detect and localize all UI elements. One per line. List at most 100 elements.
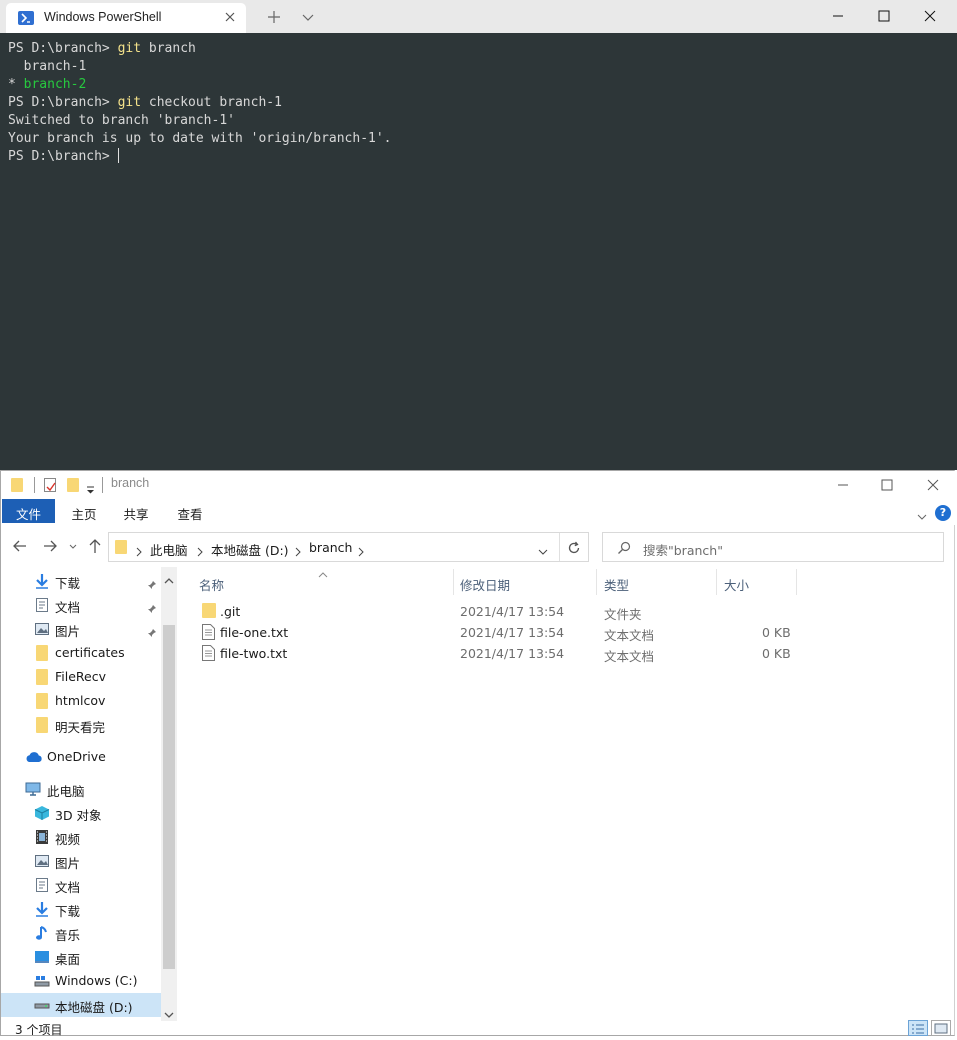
picture-icon <box>34 621 50 637</box>
sidebar-scrollbar[interactable] <box>161 567 177 1021</box>
refresh-icon[interactable] <box>567 540 581 559</box>
sidebar-item-drive-c[interactable]: Windows (C:) <box>1 969 161 993</box>
column-label: 类型 <box>604 578 630 593</box>
up-arrow-icon[interactable] <box>86 537 104 555</box>
pin-icon[interactable] <box>147 575 157 594</box>
close-button[interactable] <box>910 471 956 499</box>
chevron-right-icon[interactable] <box>196 542 204 561</box>
sidebar-item-downloads[interactable]: 下载 <box>1 569 161 593</box>
file-date: 2021/4/17 13:54 <box>460 625 565 640</box>
tab-file[interactable]: 文件 <box>2 499 55 523</box>
terminal-line: PS D:\branch> git checkout branch-1 <box>8 94 392 112</box>
sidebar-item-music[interactable]: 音乐 <box>1 921 161 945</box>
sidebar-item-folder[interactable]: 明天看完 <box>1 713 161 737</box>
address-dropdown-icon[interactable] <box>537 542 549 561</box>
sidebar-item-this-pc[interactable]: 此电脑 <box>1 777 161 801</box>
terminal-line: Your branch is up to date with 'origin/b… <box>8 131 392 146</box>
details-view-icon[interactable] <box>908 1020 928 1036</box>
column-divider[interactable] <box>796 569 797 595</box>
sidebar-item-pictures[interactable]: 图片 <box>1 617 161 641</box>
breadcrumb-item[interactable]: 此电脑 <box>150 540 188 559</box>
large-icons-view-icon[interactable] <box>931 1020 951 1036</box>
sidebar-item-label: 视频 <box>55 832 81 847</box>
scroll-up-icon[interactable] <box>164 571 174 590</box>
sidebar-item-documents[interactable]: 文档 <box>1 593 161 617</box>
properties-icon[interactable] <box>44 478 56 492</box>
folder-icon <box>202 603 216 618</box>
column-header-type[interactable]: 类型 <box>590 567 710 595</box>
file-row[interactable]: file-one.txt 2021/4/17 13:54 文本文档 0 KB <box>185 622 955 643</box>
chevron-right-icon[interactable] <box>294 542 302 561</box>
item-count: 3 个项目 <box>15 1023 63 1037</box>
search-input[interactable]: 搜索"branch" <box>602 532 944 562</box>
file-size: 0 KB <box>762 625 791 640</box>
sidebar-item-label: 此电脑 <box>47 784 85 799</box>
file-name: file-two.txt <box>220 646 288 661</box>
command-args: branch <box>141 41 196 56</box>
sidebar-item-label: 本地磁盘 (D:) <box>55 1000 133 1015</box>
terminal-tab[interactable]: Windows PowerShell <box>6 3 246 33</box>
expand-ribbon-icon[interactable] <box>916 507 928 526</box>
window-title: branch <box>111 476 150 490</box>
sidebar-item-pictures[interactable]: 图片 <box>1 849 161 873</box>
pin-icon[interactable] <box>147 599 157 618</box>
column-header-date[interactable]: 修改日期 <box>446 567 590 595</box>
chevron-right-icon[interactable] <box>357 542 365 561</box>
sidebar-item-3d-objects[interactable]: 3D 对象 <box>1 801 161 825</box>
breadcrumb-item[interactable]: branch <box>309 540 352 555</box>
tab-home[interactable]: 主页 <box>59 499 109 523</box>
chevron-right-icon[interactable] <box>135 542 143 561</box>
maximize-button[interactable] <box>861 0 907 33</box>
sidebar-item-filerecv[interactable]: FileRecv <box>1 665 161 689</box>
folder-icon <box>36 693 48 709</box>
sidebar-item-videos[interactable]: 视频 <box>1 825 161 849</box>
forward-arrow-icon[interactable] <box>41 537 59 555</box>
new-folder-icon[interactable] <box>67 478 79 492</box>
quick-access-dropdown-icon[interactable] <box>86 480 95 499</box>
prompt: PS D:\branch> <box>8 41 118 56</box>
powershell-window: Windows PowerShell PS D:\branch> git bra… <box>0 0 957 470</box>
terminal-line: PS D:\branch> <box>8 148 392 166</box>
column-header-size[interactable]: 大小 <box>710 567 796 595</box>
address-bar[interactable]: 此电脑 本地磁盘 (D:) branch <box>108 532 589 562</box>
sidebar-item-label: htmlcov <box>55 693 106 708</box>
file-row[interactable]: .git 2021/4/17 13:54 文件夹 <box>185 601 955 622</box>
help-icon[interactable]: ? <box>935 505 951 521</box>
sidebar-item-documents[interactable]: 文档 <box>1 873 161 897</box>
terminal-titlebar: Windows PowerShell <box>0 0 957 33</box>
sidebar-item-label: 桌面 <box>55 952 81 967</box>
file-name: .git <box>220 604 241 619</box>
breadcrumb-item[interactable]: 本地磁盘 (D:) <box>211 540 289 559</box>
tab-close-icon[interactable] <box>222 9 238 25</box>
file-type: 文本文档 <box>604 649 655 664</box>
sidebar-item-label: FileRecv <box>55 669 107 684</box>
text-file-icon <box>202 624 215 640</box>
sidebar-item-desktop[interactable]: 桌面 <box>1 945 161 969</box>
tab-share[interactable]: 共享 <box>111 499 161 523</box>
sidebar-item-drive-d[interactable]: 本地磁盘 (D:) <box>1 993 161 1017</box>
search-icon <box>617 540 631 559</box>
file-type: 文件夹 <box>604 607 642 622</box>
back-arrow-icon[interactable] <box>11 537 29 555</box>
column-header-name[interactable]: 名称 <box>185 567 453 595</box>
recent-locations-icon[interactable] <box>67 537 79 555</box>
divider <box>559 533 560 561</box>
sidebar-item-downloads[interactable]: 下载 <box>1 897 161 921</box>
minimize-button[interactable] <box>820 471 866 499</box>
terminal-output[interactable]: PS D:\branch> git branch branch-1 * bran… <box>8 40 392 166</box>
sidebar-item-onedrive[interactable]: OneDrive <box>1 745 161 769</box>
file-row[interactable]: file-two.txt 2021/4/17 13:54 文本文档 0 KB <box>185 643 955 664</box>
scrollbar-thumb[interactable] <box>163 625 175 969</box>
tab-view[interactable]: 查看 <box>165 499 215 523</box>
maximize-button[interactable] <box>864 471 910 499</box>
close-button[interactable] <box>907 0 953 33</box>
pin-icon[interactable] <box>147 623 157 642</box>
current-branch-marker: * <box>8 77 24 92</box>
sidebar-item-label: Windows (C:) <box>55 973 138 988</box>
sidebar-item-htmlcov[interactable]: htmlcov <box>1 689 161 713</box>
minimize-button[interactable] <box>815 0 861 33</box>
tab-dropdown-button[interactable] <box>284 0 330 33</box>
sidebar-item-certificates[interactable]: certificates <box>1 641 161 665</box>
file-name: file-one.txt <box>220 625 289 640</box>
command-git: git <box>117 95 142 110</box>
